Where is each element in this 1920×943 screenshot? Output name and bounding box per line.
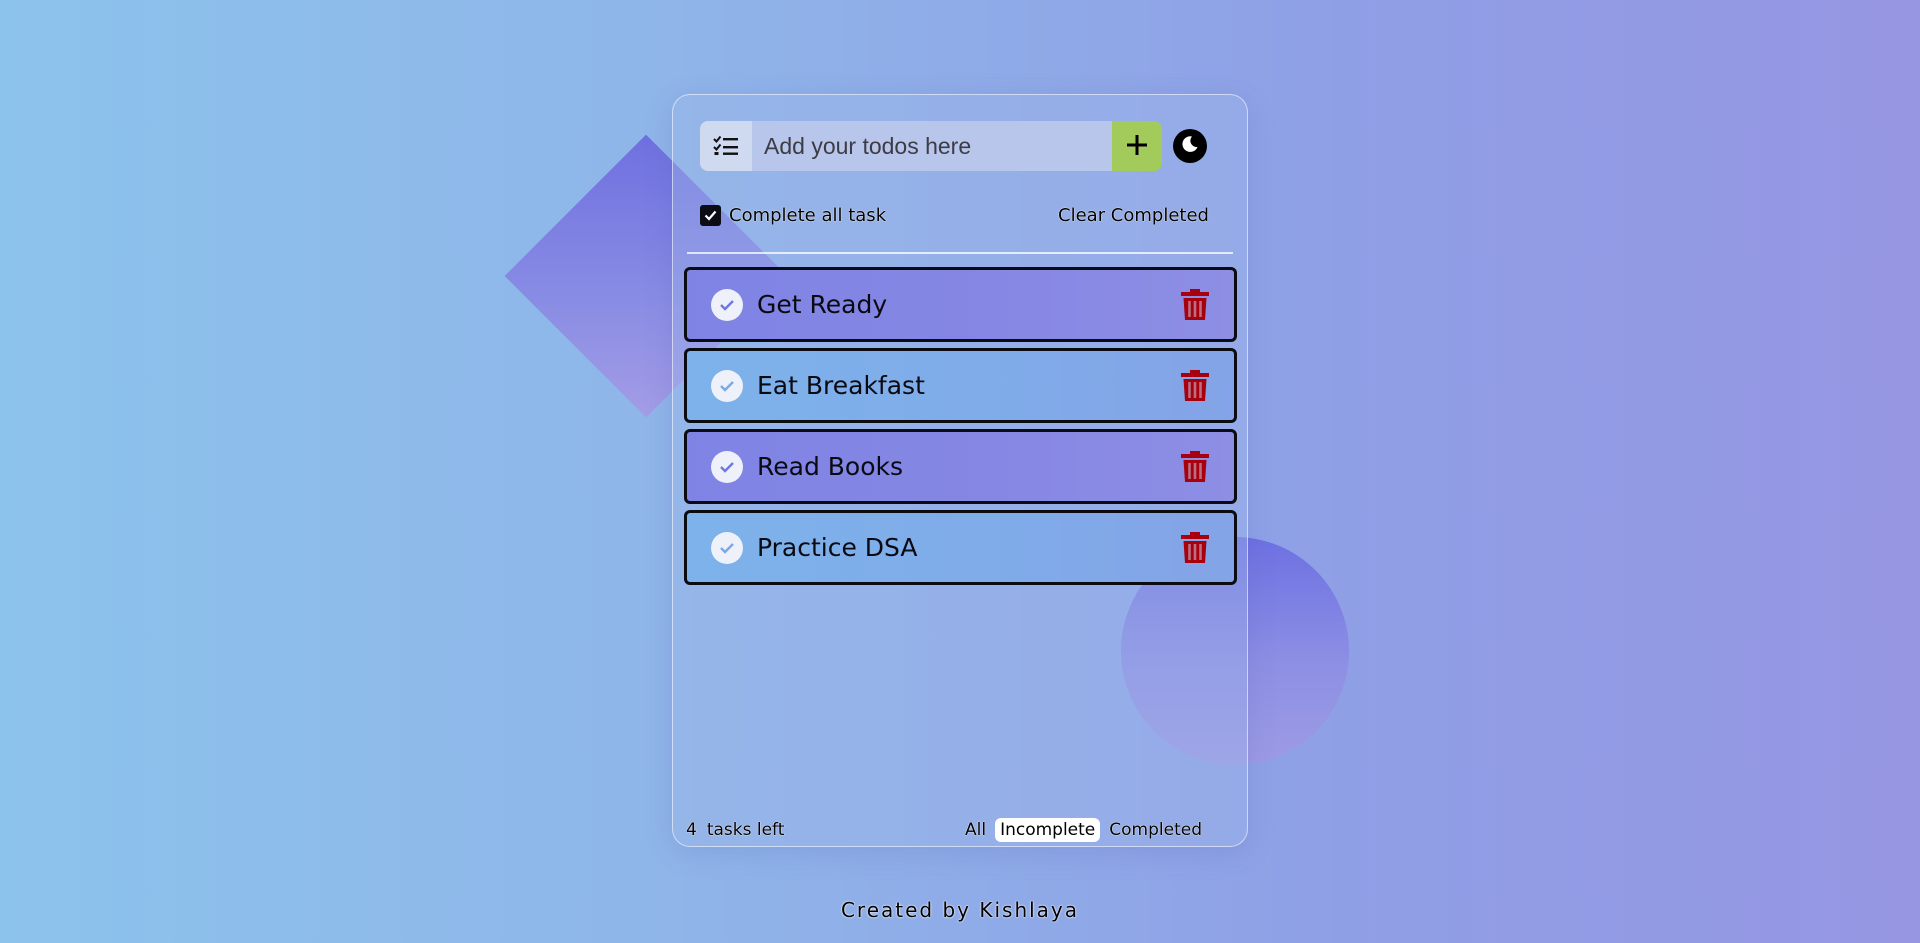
task-text: Practice DSA [757,533,918,562]
task-complete-toggle[interactable] [711,531,743,564]
todo-input[interactable] [752,121,1112,171]
card-footer: 4 tasks left All Incomplete Completed [686,817,1207,843]
task-item: Eat Breakfast [684,348,1237,423]
task-text: Get Ready [757,290,888,319]
tasks-left-count: 4 [686,820,697,840]
check-icon [720,299,734,311]
divider [687,252,1233,254]
task-complete-toggle[interactable] [711,450,743,483]
clear-completed-button[interactable]: Clear Completed [1058,205,1209,226]
delete-task-button[interactable] [1178,288,1212,322]
todo-card: Complete all task Clear Completed Get Re… [672,94,1248,847]
moon-icon [1181,135,1199,157]
theme-toggle-button[interactable] [1173,129,1207,163]
task-text: Eat Breakfast [757,371,925,400]
delete-task-button[interactable] [1178,531,1212,565]
task-complete-toggle[interactable] [711,288,743,321]
list-check-icon [700,121,752,171]
checkmark-icon [704,210,717,221]
trash-icon [1181,369,1209,401]
task-item: Read Books [684,429,1237,504]
task-item: Practice DSA [684,510,1237,585]
task-complete-toggle[interactable] [711,369,743,402]
trash-icon [1181,531,1209,563]
complete-all-checkbox[interactable] [700,204,721,226]
filter-completed[interactable]: Completed [1104,818,1207,842]
complete-all-toggle[interactable]: Complete all task [700,204,887,226]
delete-task-button[interactable] [1178,450,1212,484]
task-text: Read Books [757,452,904,481]
check-icon [720,542,734,554]
task-item: Get Ready [684,267,1237,342]
filter-all[interactable]: All [960,818,991,842]
tasks-left-counter: 4 tasks left [686,820,784,840]
complete-all-label: Complete all task [729,204,887,226]
filter-tabs: All Incomplete Completed [960,818,1207,842]
delete-task-button[interactable] [1178,369,1212,403]
task-list: Get Ready Eat Breakfast Read Books Pract… [684,267,1237,591]
credit-text: Created by Kishlaya [840,898,1080,922]
trash-icon [1181,288,1209,320]
bulk-controls: Complete all task Clear Completed [700,203,1209,227]
tasks-left-label: tasks left [706,820,785,840]
check-icon [720,461,734,473]
trash-icon [1181,450,1209,482]
check-icon [720,380,734,392]
plus-icon [1126,134,1148,159]
add-todo-button[interactable] [1112,121,1162,171]
filter-incomplete[interactable]: Incomplete [995,818,1101,842]
add-todo-form [700,121,1162,171]
